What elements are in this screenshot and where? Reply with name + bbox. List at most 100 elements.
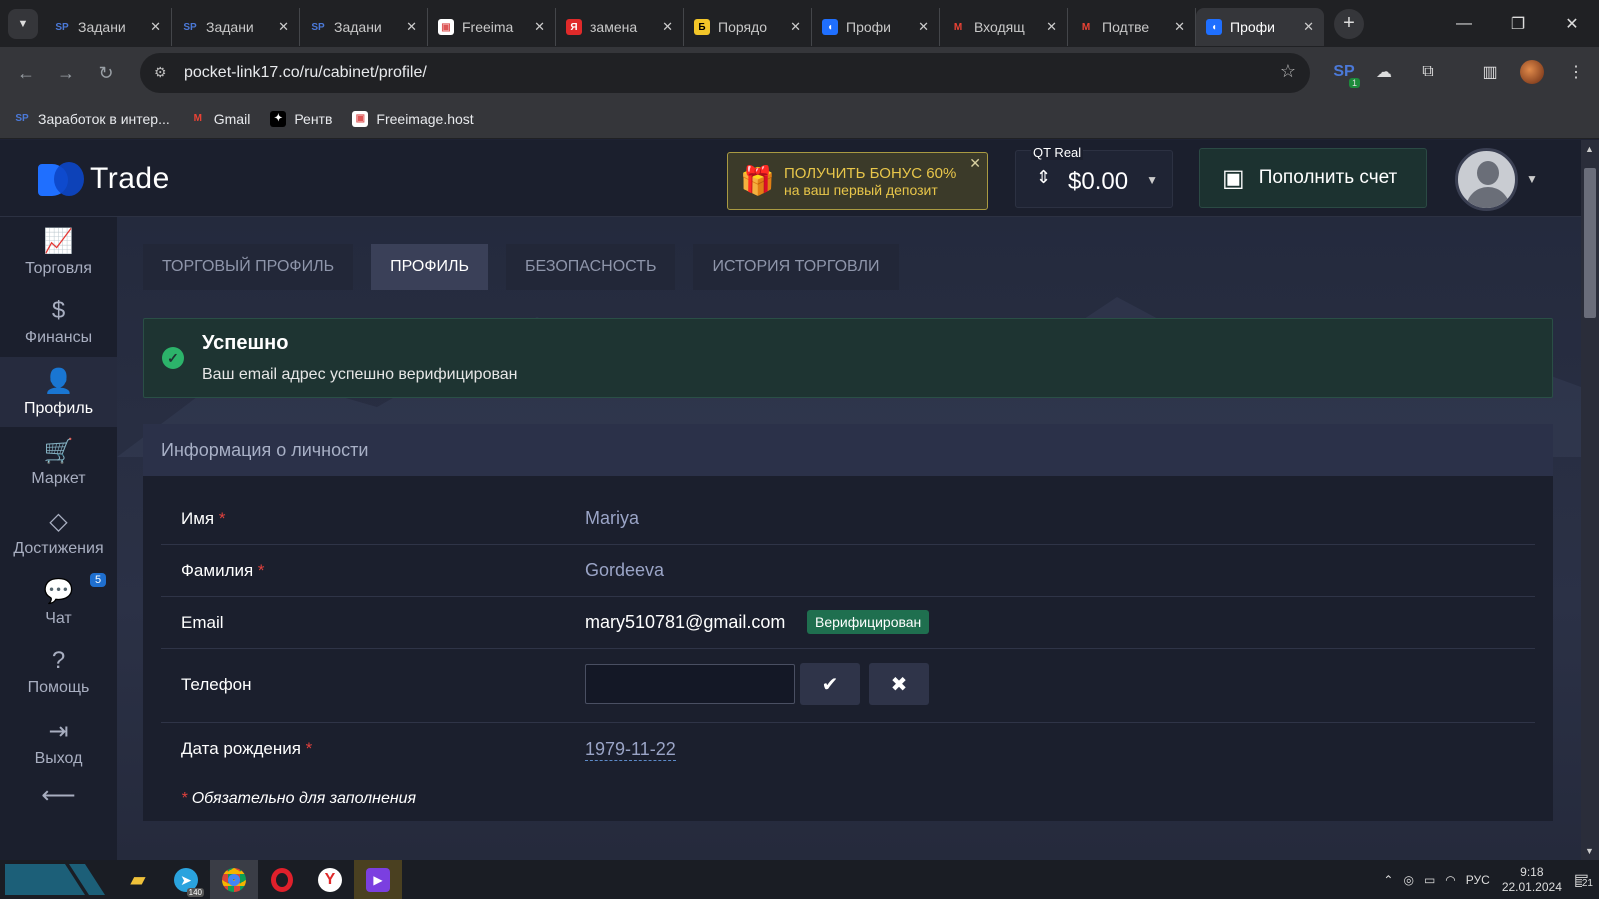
language-indicator[interactable]: РУС <box>1466 873 1490 887</box>
bookmark-item[interactable]: SP Заработок в интер... <box>14 111 169 127</box>
tab-title: Профи <box>1230 19 1275 35</box>
scroll-up-icon[interactable]: ▲ <box>1585 144 1594 154</box>
tab-search-button[interactable]: ▼ <box>8 8 38 39</box>
close-icon[interactable]: ✕ <box>278 19 289 35</box>
site-info-icon[interactable]: ⚙ <box>154 64 167 81</box>
close-icon[interactable]: ✕ <box>662 19 673 35</box>
cloud-extension-icon[interactable]: ☁ <box>1370 58 1398 86</box>
bookmark-star-icon[interactable]: ☆ <box>1280 61 1296 82</box>
browser-tab[interactable]: ◖ Профи ✕ <box>812 8 940 46</box>
browser-tab[interactable]: M Входящ ✕ <box>940 8 1068 46</box>
close-icon[interactable]: ✕ <box>1046 19 1057 35</box>
clock[interactable]: 9:18 22.01.2024 <box>1502 865 1562 895</box>
sidebar-item-user[interactable]: 👤 Профиль <box>0 357 117 427</box>
site-logo[interactable]: Trade <box>38 160 170 198</box>
extension-badge: 1 <box>1348 78 1360 88</box>
scroll-down-icon[interactable]: ▼ <box>1585 846 1594 856</box>
side-panel-icon[interactable]: ▥ <box>1476 58 1504 86</box>
sidebar-item-help[interactable]: ? Помощь <box>0 637 117 707</box>
tab-trading-profile[interactable]: ТОРГОВЫЙ ПРОФИЛЬ <box>143 244 354 290</box>
sidebar-item-diamond[interactable]: ◇ Достижения <box>0 497 117 567</box>
telegram-icon[interactable]: ➤ 140 <box>162 860 210 899</box>
check-circle-icon: ✓ <box>162 347 184 369</box>
close-icon[interactable]: ✕ <box>406 19 417 35</box>
browser-tab[interactable]: ◖ Профи ✕ <box>1196 8 1324 46</box>
chart-icon: 📈 <box>43 227 74 255</box>
collapse-sidebar-button[interactable]: ⟵ <box>0 777 117 817</box>
chrome-icon[interactable] <box>210 860 258 899</box>
last-name-field[interactable]: Gordeeva <box>585 560 664 581</box>
sp-extension-icon[interactable]: SP 1 <box>1330 58 1360 88</box>
first-name-row: Имя * Mariya <box>161 493 1535 545</box>
browser-tab[interactable]: ▣ Freeima ✕ <box>428 8 556 46</box>
bookmark-item[interactable]: M Gmail <box>190 111 251 127</box>
freeimage-icon: ▣ <box>352 110 369 127</box>
sidebar: 📈 Торговля $ Финансы 👤 Профиль 🛒 Маркет ◇ До… <box>0 217 117 860</box>
extensions-puzzle-icon[interactable]: ⧉ <box>1414 58 1442 86</box>
success-alert: ✓ Успешно Ваш email адрес успешно верифи… <box>143 318 1553 398</box>
browser-tab[interactable]: SP Задани ✕ <box>172 8 300 46</box>
forward-button[interactable]: → <box>46 53 86 93</box>
scroll-thumb[interactable] <box>1584 168 1596 318</box>
close-icon[interactable]: ✕ <box>150 19 161 35</box>
account-balance-selector[interactable]: QT Real ⇕ $0.00 ▼ <box>1015 145 1173 208</box>
chevron-down-icon[interactable]: ▼ <box>1526 172 1538 186</box>
chevron-up-icon[interactable]: ⌃ <box>1383 873 1393 887</box>
profile-avatar-icon[interactable] <box>1518 58 1546 86</box>
close-icon[interactable]: ✕ <box>534 19 545 35</box>
wifi-icon[interactable]: ◠ <box>1445 873 1455 887</box>
avatar[interactable] <box>1455 148 1518 211</box>
confirm-phone-button[interactable]: ✔ <box>800 663 860 705</box>
notifications-icon[interactable]: ▤21 <box>1574 870 1593 890</box>
deposit-button[interactable]: ▣ Пополнить счет <box>1199 148 1427 208</box>
sp-icon: SP <box>15 113 29 124</box>
close-icon[interactable]: ✕ <box>918 19 929 35</box>
help-icon: ? <box>51 647 66 674</box>
sidebar-item-label: Выход <box>34 749 83 767</box>
taskbar-widget-icon[interactable] <box>5 864 105 895</box>
sync-icon[interactable]: ◎ <box>1403 873 1413 887</box>
bonus-banner[interactable]: 🎁 ПОЛУЧИТЬ БОНУС 60% на ваш первый депоз… <box>727 152 988 210</box>
restore-button[interactable]: ❐ <box>1491 0 1545 47</box>
sidebar-item-logout[interactable]: ⇥ Выход <box>0 707 117 777</box>
browser-tab[interactable]: SP Задани ✕ <box>44 8 172 46</box>
close-icon[interactable]: ✕ <box>790 19 801 35</box>
back-button[interactable]: ← <box>6 53 46 93</box>
explorer-icon[interactable]: ▰ <box>114 860 162 899</box>
close-icon[interactable]: ✕ <box>1303 19 1314 35</box>
dob-field[interactable]: 1979-11-22 <box>585 739 676 761</box>
yandex-browser-icon[interactable]: Y <box>306 860 354 899</box>
browser-menu-icon[interactable]: ⋮ <box>1562 58 1590 86</box>
cancel-phone-button[interactable]: ✖ <box>869 663 929 705</box>
opera-icon[interactable] <box>258 860 306 899</box>
minimize-button[interactable]: — <box>1437 0 1491 47</box>
sp-icon: SP <box>55 21 69 33</box>
reload-button[interactable]: ↻ <box>86 53 126 93</box>
first-name-field[interactable]: Mariya <box>585 508 639 529</box>
sidebar-item-chat[interactable]: 💬 Чат 5 <box>0 567 117 637</box>
tab-title: Порядо <box>718 19 768 35</box>
tab-security[interactable]: БЕЗОПАСНОСТЬ <box>506 244 676 290</box>
close-icon[interactable]: ✕ <box>969 155 981 172</box>
bookmark-item[interactable]: ✦ Рентв <box>270 110 332 127</box>
sidebar-item-dollar[interactable]: $ Финансы <box>0 287 117 357</box>
new-tab-button[interactable]: + <box>1334 8 1364 39</box>
browser-tab[interactable]: Я замена ✕ <box>556 8 684 46</box>
bookmark-item[interactable]: ▣ Freeimage.host <box>352 110 474 127</box>
sidebar-item-label: Финансы <box>24 329 93 346</box>
tab-trading-history[interactable]: ИСТОРИЯ ТОРГОВЛИ <box>693 244 899 290</box>
close-window-button[interactable]: ✕ <box>1545 0 1599 47</box>
close-icon[interactable]: ✕ <box>1174 19 1185 35</box>
wallet-icon: ▣ <box>1222 164 1245 192</box>
sidebar-item-chart[interactable]: 📈 Торговля <box>0 217 117 287</box>
address-bar[interactable]: ⚙ pocket-link17.co/ru/cabinet/profile/ ☆ <box>140 53 1310 93</box>
browser-tab[interactable]: SP Задани ✕ <box>300 8 428 46</box>
browser-tab[interactable]: Б Порядо ✕ <box>684 8 812 46</box>
phone-input[interactable] <box>585 664 795 704</box>
browser-tab[interactable]: M Подтве ✕ <box>1068 8 1196 46</box>
battery-icon[interactable]: ▭ <box>1424 873 1435 887</box>
sidebar-item-cart[interactable]: 🛒 Маркет <box>0 427 117 497</box>
dollar-icon: $ <box>51 297 66 324</box>
app-icon[interactable]: ▶ <box>354 860 402 899</box>
tab-profile[interactable]: ПРОФИЛЬ <box>371 244 489 290</box>
